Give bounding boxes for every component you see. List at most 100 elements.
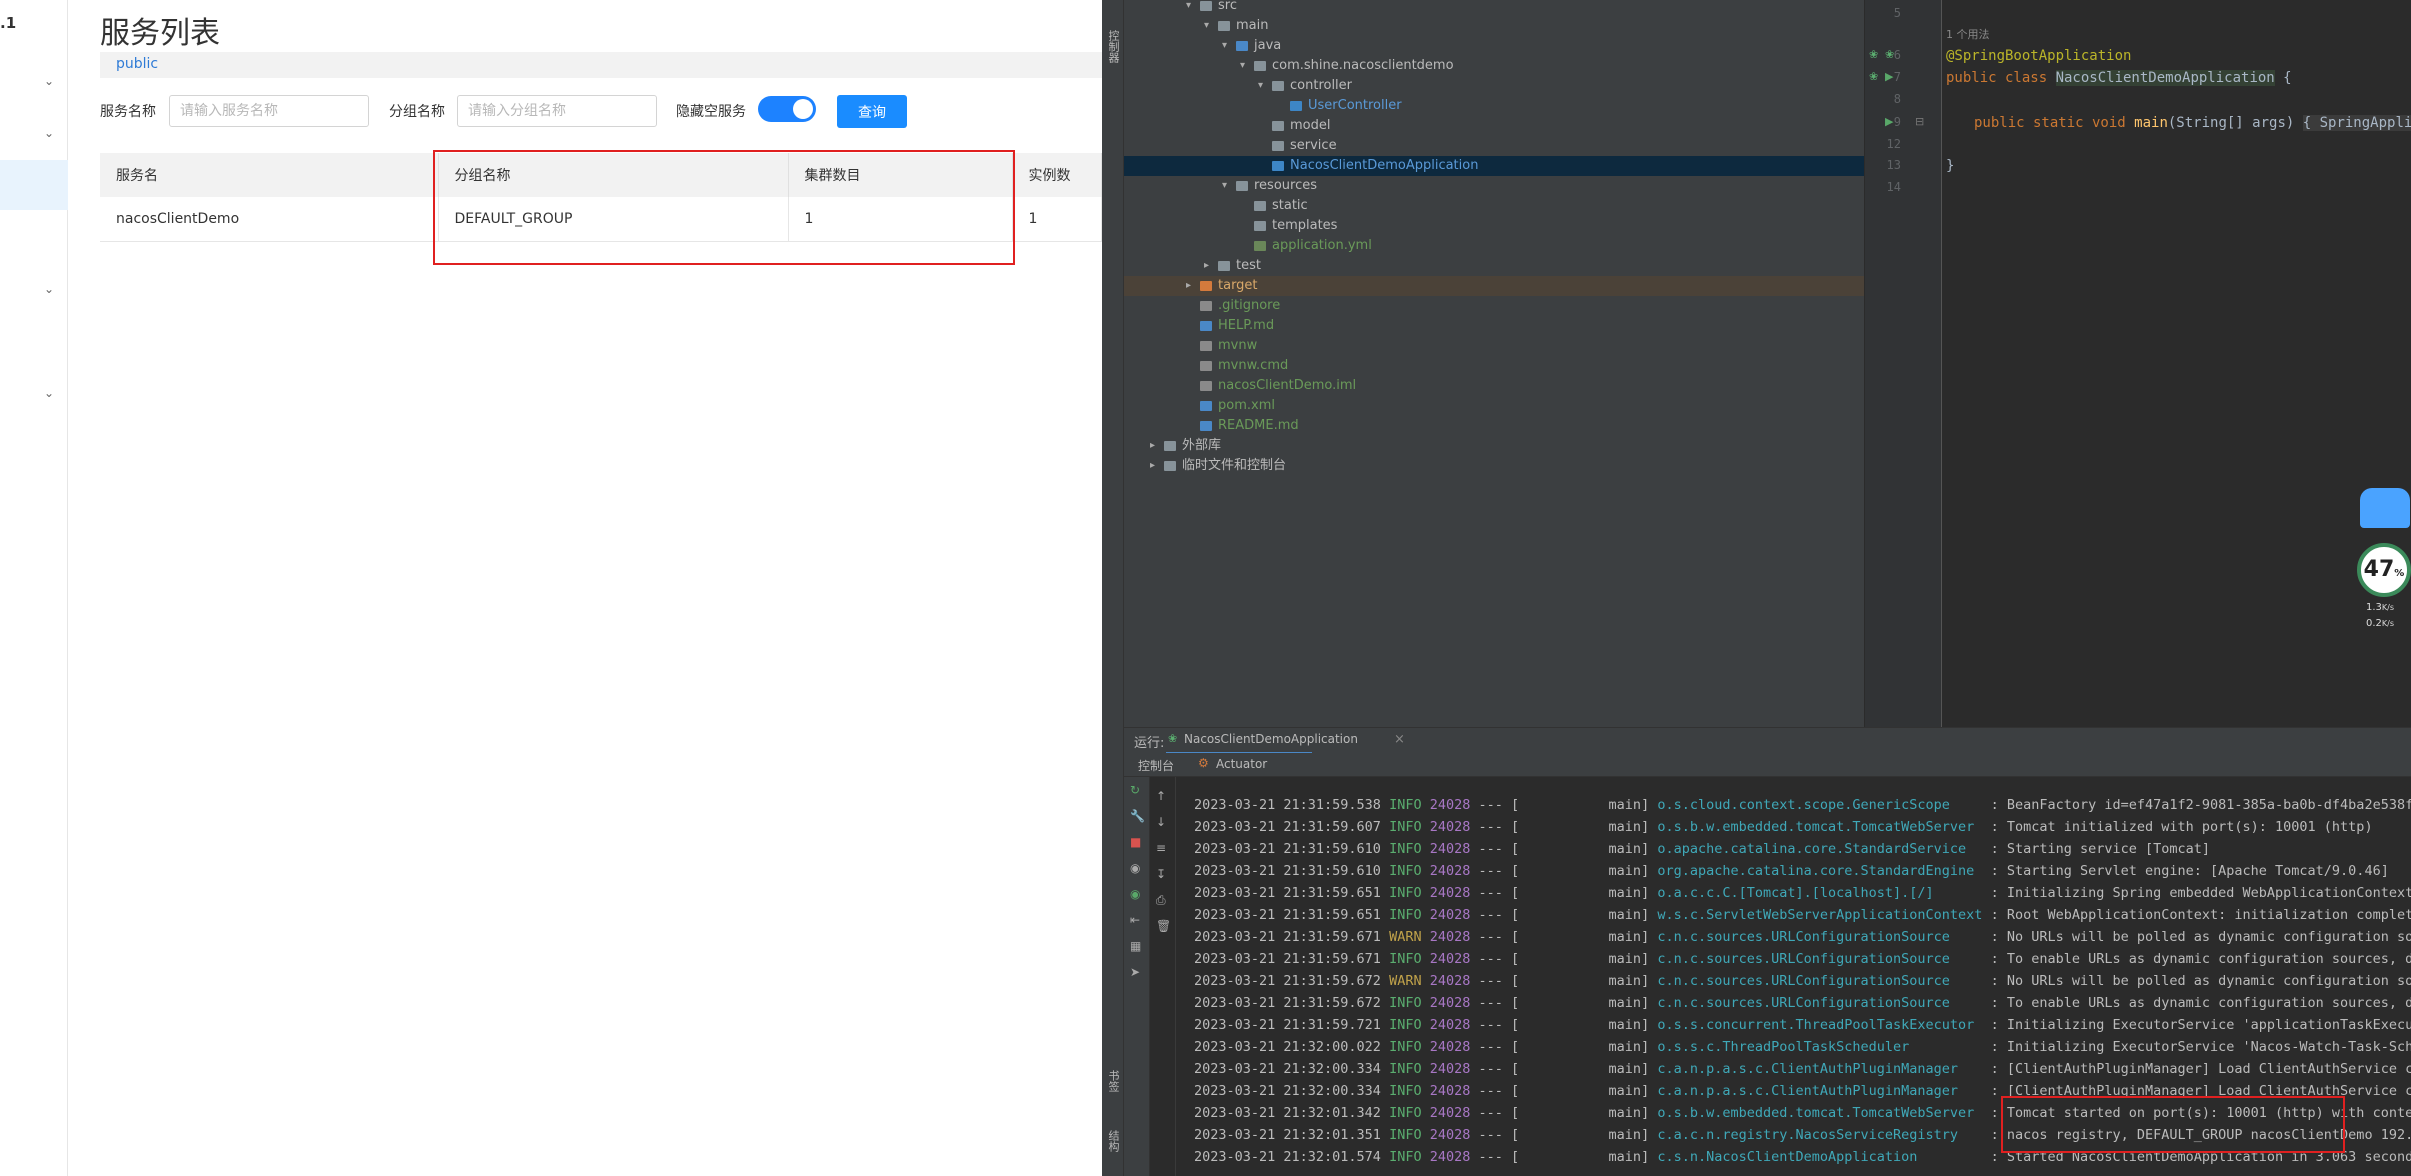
chevron-down-icon[interactable]: ▾ <box>1204 16 1209 36</box>
tree-item[interactable]: ▾ src <box>1124 0 1864 16</box>
chevron-down-icon[interactable]: ⌄ <box>44 74 54 88</box>
chevron-right-icon[interactable]: ▸ <box>1150 436 1155 456</box>
hide-empty-toggle[interactable] <box>758 96 816 122</box>
chevron-down-icon[interactable]: ▾ <box>1222 36 1227 56</box>
run-header: 运行: ❀ NacosClientDemoApplication × <box>1124 727 2411 754</box>
log-sep: --- [ <box>1470 1039 1520 1055</box>
log-pid: 24028 <box>1429 995 1471 1011</box>
exit-icon[interactable]: ⇤ <box>1130 913 1140 927</box>
tree-item[interactable]: nacosClientDemo.iml <box>1124 376 1864 396</box>
tree-item-label: .gitignore <box>1218 298 1281 313</box>
group-name-input[interactable]: 请输入分组名称 <box>457 95 657 127</box>
scroll-end-icon[interactable]: ↧ <box>1156 867 1166 881</box>
log-ts: 2023-03-21 21:32:01.342 <box>1194 1105 1390 1121</box>
log-sep: --- [ <box>1470 973 1520 989</box>
query-button[interactable]: 查询 <box>837 95 907 128</box>
log-pid: 24028 <box>1429 1017 1471 1033</box>
folder-icon <box>1218 261 1230 271</box>
tab-actuator[interactable]: Actuator <box>1216 757 1267 771</box>
chevron-down-icon[interactable]: ▾ <box>1240 56 1245 76</box>
col-instance-count[interactable]: 实例数 <box>1012 153 1102 197</box>
tree-item[interactable]: ▸ 临时文件和控制台 <box>1124 456 1864 476</box>
tree-item[interactable]: ▸ test <box>1124 256 1864 276</box>
strip-label-bookmarks[interactable]: 书签 <box>1105 1070 1121 1092</box>
service-name-input[interactable]: 请输入服务名称 <box>169 95 369 127</box>
scroll-up-icon[interactable]: ↑ <box>1156 789 1166 803</box>
namespace-link[interactable]: public <box>116 56 158 72</box>
tree-item[interactable]: ▾ main <box>1124 16 1864 36</box>
camera-icon[interactable]: ◉ <box>1130 861 1140 875</box>
tree-item[interactable]: ▾ resources <box>1124 176 1864 196</box>
print-icon[interactable]: ⎙ <box>1156 893 1166 908</box>
log-sep2: ] <box>1641 885 1658 901</box>
code-editor[interactable]: 1 个用法 @SpringBootApplication public clas… <box>1942 0 2411 727</box>
chevron-down-icon[interactable]: ⌄ <box>44 386 54 400</box>
tree-item[interactable]: NacosClientDemoApplication <box>1124 156 1864 176</box>
layout-icon[interactable]: ▦ <box>1130 939 1141 953</box>
tree-item[interactable]: ▸ 外部库 <box>1124 436 1864 456</box>
tree-item[interactable]: model <box>1124 116 1864 136</box>
bean-icon[interactable]: ❀ <box>1869 70 1878 83</box>
chevron-right-icon[interactable]: ▸ <box>1186 276 1191 296</box>
tree-item[interactable]: application.yml <box>1124 236 1864 256</box>
log-pid: 24028 <box>1429 929 1471 945</box>
run-icon[interactable]: ▶ <box>1885 70 1893 83</box>
pin-icon[interactable]: ➤ <box>1130 965 1140 979</box>
tree-item-label: com.shine.nacosclientdemo <box>1272 58 1454 73</box>
stop-icon[interactable]: ■ <box>1130 835 1141 849</box>
down-unit: K/s <box>2381 619 2395 628</box>
log-ts: 2023-03-21 21:31:59.538 <box>1194 797 1390 813</box>
strip-label-structure[interactable]: 结构 <box>1105 1130 1121 1152</box>
tree-item[interactable]: templates <box>1124 216 1864 236</box>
bean-icon[interactable]: ❀ <box>1869 48 1878 61</box>
tree-item[interactable]: ▸ target <box>1124 276 1864 296</box>
tree-item[interactable]: .gitignore <box>1124 296 1864 316</box>
tree-item[interactable]: static <box>1124 196 1864 216</box>
trash-icon[interactable]: 🗑 <box>1156 919 1171 933</box>
chevron-down-icon[interactable]: ▾ <box>1258 76 1263 96</box>
log-logger: o.apache.catalina.core.StandardService <box>1657 841 1983 857</box>
soft-wrap-icon[interactable]: ≡ <box>1156 841 1166 855</box>
tab-console[interactable]: 控制台 <box>1138 757 1175 779</box>
tree-item[interactable]: UserController <box>1124 96 1864 116</box>
tree-item[interactable]: mvnw <box>1124 336 1864 356</box>
log-level: INFO <box>1389 907 1430 923</box>
nav-item-active[interactable] <box>0 160 68 210</box>
log-level: INFO <box>1389 1149 1430 1165</box>
tree-item[interactable]: README.md <box>1124 416 1864 436</box>
close-icon[interactable]: × <box>1394 732 1405 747</box>
debug-icon[interactable]: ◉ <box>1130 887 1140 901</box>
log-ts: 2023-03-21 21:31:59.607 <box>1194 819 1390 835</box>
tree-item[interactable]: ▾ java <box>1124 36 1864 56</box>
tree-item[interactable]: pom.xml <box>1124 396 1864 416</box>
folded-body[interactable]: { SpringApplication.run(Naco <box>2302 115 2411 131</box>
tree-item-label: mvnw <box>1218 338 1258 353</box>
col-service-name[interactable]: 服务名 <box>100 153 439 197</box>
log-pid: 24028 <box>1429 819 1471 835</box>
log-sep2: ] <box>1641 1105 1658 1121</box>
net-speed-widget[interactable]: 47% 1.3K/s 0.2K/s <box>2352 488 2411 644</box>
tree-item[interactable]: HELP.md <box>1124 316 1864 336</box>
strip-label-controller[interactable]: 控制器 <box>1105 30 1121 63</box>
tree-item[interactable]: service <box>1124 136 1864 156</box>
wrench-icon[interactable]: 🔧 <box>1130 809 1145 823</box>
usage-hint[interactable]: 1 个用法 <box>1946 26 1990 42</box>
tree-item[interactable]: ▾ com.shine.nacosclientdemo <box>1124 56 1864 76</box>
tree-item-label: model <box>1290 118 1331 133</box>
fold-icon[interactable]: ⊟ <box>1915 115 1924 128</box>
chevron-right-icon[interactable]: ▸ <box>1150 456 1155 476</box>
chevron-down-icon[interactable]: ▾ <box>1186 0 1191 16</box>
chevron-down-icon[interactable]: ⌄ <box>44 282 54 296</box>
tree-item[interactable]: mvnw.cmd <box>1124 356 1864 376</box>
rerun-icon[interactable]: ↻ <box>1130 783 1140 797</box>
scroll-down-icon[interactable]: ↓ <box>1156 815 1166 829</box>
tree-item[interactable]: ▾ controller <box>1124 76 1864 96</box>
run-config-name[interactable]: NacosClientDemoApplication <box>1184 732 1358 746</box>
tree-item-label: HELP.md <box>1218 318 1275 333</box>
run-icon[interactable]: ▶ <box>1885 115 1893 128</box>
chevron-right-icon[interactable]: ▸ <box>1204 256 1209 276</box>
chevron-down-icon[interactable]: ⌄ <box>44 126 54 140</box>
log-sep: --- [ <box>1470 1083 1520 1099</box>
chevron-down-icon[interactable]: ▾ <box>1222 176 1227 196</box>
log-level: INFO <box>1389 995 1430 1011</box>
